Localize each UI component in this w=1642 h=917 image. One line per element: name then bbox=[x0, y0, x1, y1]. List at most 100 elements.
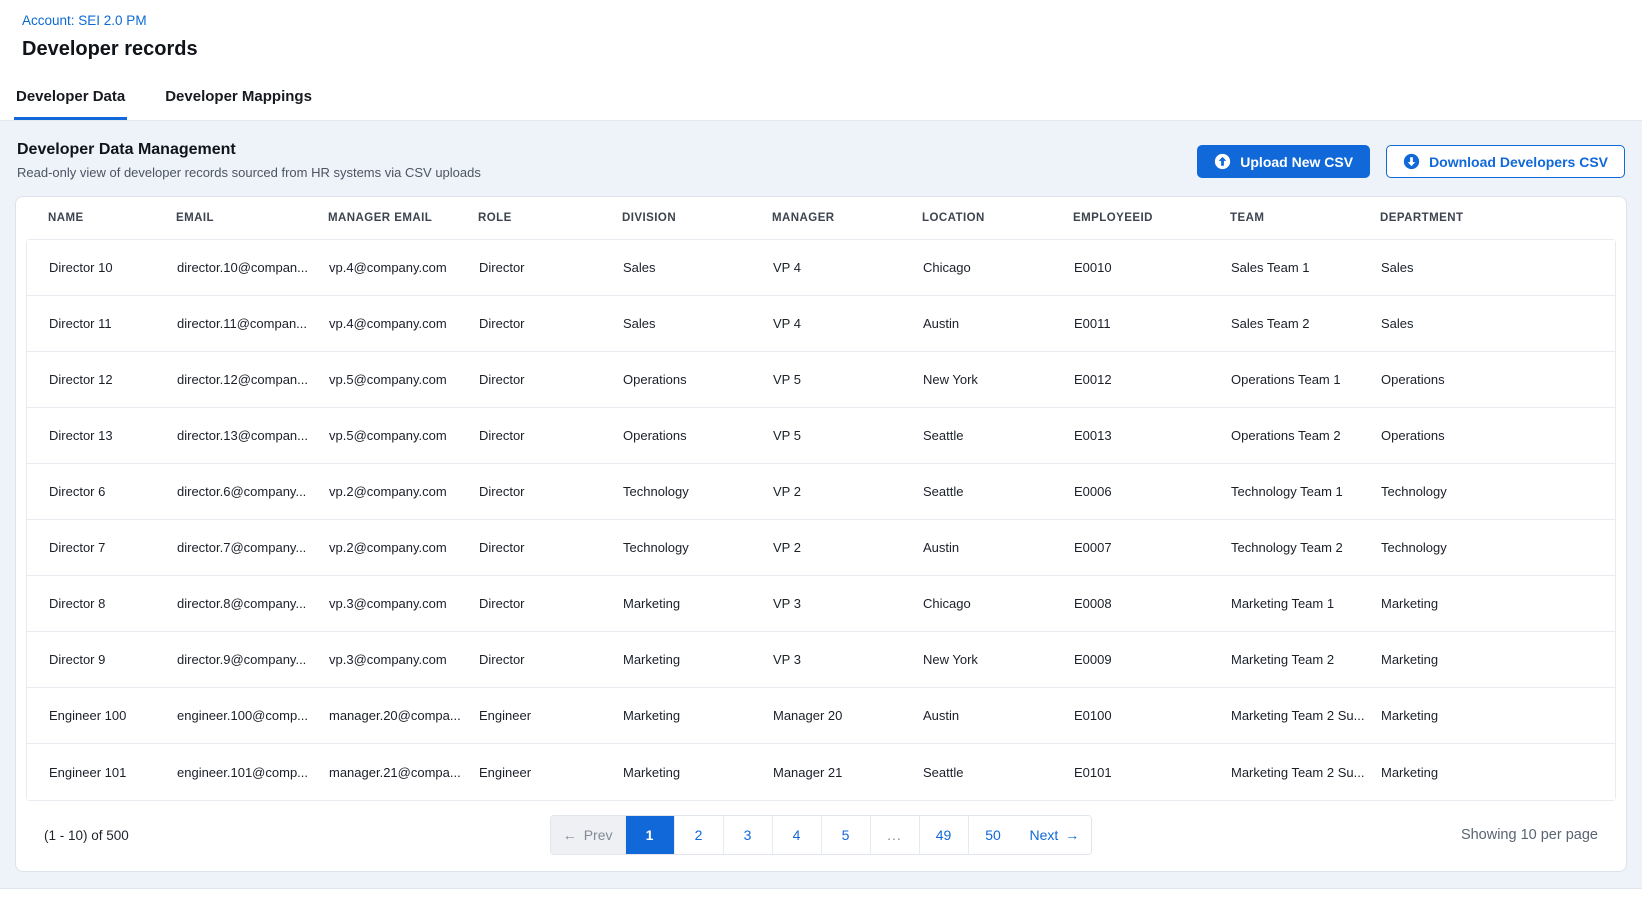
table-cell: Austin bbox=[923, 708, 1074, 723]
section-header: Developer Data Management Read-only view… bbox=[15, 137, 1627, 180]
table-cell: director.11@compan... bbox=[177, 316, 329, 331]
table-cell: director.12@compan... bbox=[177, 372, 329, 387]
pagination-ellipsis: ... bbox=[871, 816, 920, 854]
table-cell: vp.4@company.com bbox=[329, 316, 479, 331]
column-header: DIVISION bbox=[622, 212, 772, 224]
table-row: Engineer 101engineer.101@comp...manager.… bbox=[27, 744, 1615, 800]
table-cell: Marketing Team 2 Su... bbox=[1231, 765, 1381, 780]
row-range-text: (1 - 10) of 500 bbox=[44, 828, 550, 843]
table-cell: Director 10 bbox=[49, 260, 177, 275]
table-cell: Operations bbox=[623, 372, 773, 387]
table-cell: Operations Team 2 bbox=[1231, 428, 1381, 443]
table-cell: Sales Team 1 bbox=[1231, 260, 1381, 275]
table-cell: E0013 bbox=[1074, 428, 1231, 443]
pagination-next-button[interactable]: Next → bbox=[1018, 816, 1092, 854]
table-cell: VP 5 bbox=[773, 372, 923, 387]
table-cell: Marketing bbox=[1381, 708, 1593, 723]
table-cell: Technology Team 1 bbox=[1231, 484, 1381, 499]
table-cell: Manager 21 bbox=[773, 765, 923, 780]
arrow-left-icon: ← bbox=[563, 827, 577, 843]
section-header-text: Developer Data Management Read-only view… bbox=[17, 141, 481, 180]
pagination-page-1[interactable]: 1 bbox=[626, 816, 675, 854]
table-cell: E0008 bbox=[1074, 596, 1231, 611]
table-cell: Sales bbox=[623, 316, 773, 331]
table-cell: director.6@company... bbox=[177, 484, 329, 499]
table-cell: Operations Team 1 bbox=[1231, 372, 1381, 387]
table-cell: Sales bbox=[1381, 260, 1593, 275]
table-cell: E0009 bbox=[1074, 652, 1231, 667]
table-cell: vp.4@company.com bbox=[329, 260, 479, 275]
table-cell: Director 7 bbox=[49, 540, 177, 555]
table-cell: Operations bbox=[623, 428, 773, 443]
table-cell: Marketing bbox=[1381, 652, 1593, 667]
pagination-page-2[interactable]: 2 bbox=[675, 816, 724, 854]
pagination-page-3[interactable]: 3 bbox=[724, 816, 773, 854]
pagination: ← Prev 12345...4950 Next → bbox=[550, 815, 1093, 855]
table-cell: Marketing bbox=[623, 708, 773, 723]
table-cell: Director bbox=[479, 652, 623, 667]
pagination-page-50[interactable]: 50 bbox=[969, 816, 1018, 854]
pagination-page-5[interactable]: 5 bbox=[822, 816, 871, 854]
section-title: Developer Data Management bbox=[17, 141, 481, 159]
section-actions: Upload New CSV Download Developers CSV bbox=[1197, 141, 1625, 178]
table-cell: Seattle bbox=[923, 428, 1074, 443]
table-cell: Engineer bbox=[479, 708, 623, 723]
next-label: Next bbox=[1030, 827, 1059, 843]
table-cell: E0012 bbox=[1074, 372, 1231, 387]
table-cell: vp.2@company.com bbox=[329, 484, 479, 499]
table-cell: Sales bbox=[623, 260, 773, 275]
upload-icon bbox=[1214, 153, 1231, 170]
table-row: Director 12director.12@compan...vp.5@com… bbox=[27, 352, 1615, 408]
tab-developer-data[interactable]: Developer Data bbox=[14, 75, 127, 120]
table-cell: Director bbox=[479, 484, 623, 499]
pagination-page-49[interactable]: 49 bbox=[920, 816, 969, 854]
table-cell: vp.5@company.com bbox=[329, 372, 479, 387]
table-cell: Austin bbox=[923, 540, 1074, 555]
table-row: Engineer 100engineer.100@comp...manager.… bbox=[27, 688, 1615, 744]
table-row: Director 10director.10@compan...vp.4@com… bbox=[27, 240, 1615, 296]
per-page-text: Showing 10 per page bbox=[1092, 827, 1598, 843]
table-cell: Seattle bbox=[923, 765, 1074, 780]
page-title: Developer records bbox=[22, 38, 1620, 61]
table-cell: VP 2 bbox=[773, 484, 923, 499]
column-header: MANAGER bbox=[772, 212, 922, 224]
table-cell: VP 3 bbox=[773, 652, 923, 667]
table-cell: vp.3@company.com bbox=[329, 652, 479, 667]
table-row: Director 6director.6@company...vp.2@comp… bbox=[27, 464, 1615, 520]
upload-csv-button[interactable]: Upload New CSV bbox=[1197, 145, 1370, 178]
upload-button-label: Upload New CSV bbox=[1240, 154, 1353, 170]
table-cell: Marketing Team 2 bbox=[1231, 652, 1381, 667]
table-cell: VP 4 bbox=[773, 260, 923, 275]
table-cell: engineer.100@comp... bbox=[177, 708, 329, 723]
table-cell: Director bbox=[479, 260, 623, 275]
prev-label: Prev bbox=[584, 827, 613, 843]
table-row: Director 9director.9@company...vp.3@comp… bbox=[27, 632, 1615, 688]
table-cell: Seattle bbox=[923, 484, 1074, 499]
column-header: ROLE bbox=[478, 212, 622, 224]
download-csv-button[interactable]: Download Developers CSV bbox=[1386, 145, 1625, 178]
tab-developer-mappings[interactable]: Developer Mappings bbox=[163, 75, 314, 120]
table-cell: VP 2 bbox=[773, 540, 923, 555]
table-cell: director.9@company... bbox=[177, 652, 329, 667]
table-cell: Director bbox=[479, 372, 623, 387]
table-cell: director.10@compan... bbox=[177, 260, 329, 275]
table-cell: manager.21@compa... bbox=[329, 765, 479, 780]
column-header: NAME bbox=[48, 212, 176, 224]
account-link[interactable]: Account: SEI 2.0 PM bbox=[22, 13, 147, 28]
pagination-pages: 12345...4950 bbox=[626, 816, 1018, 854]
table-cell: Operations bbox=[1381, 428, 1593, 443]
table-cell: VP 5 bbox=[773, 428, 923, 443]
column-header: LOCATION bbox=[922, 212, 1073, 224]
table-cell: Director bbox=[479, 428, 623, 443]
table-cell: E0006 bbox=[1074, 484, 1231, 499]
table-cell: Director bbox=[479, 540, 623, 555]
table-cell: Director bbox=[479, 316, 623, 331]
table-header-row: NAMEEMAILMANAGER EMAILROLEDIVISIONMANAGE… bbox=[16, 197, 1626, 237]
table-cell: Director 12 bbox=[49, 372, 177, 387]
table-cell: Technology bbox=[623, 540, 773, 555]
table-cell: manager.20@compa... bbox=[329, 708, 479, 723]
pagination-prev-button[interactable]: ← Prev bbox=[551, 816, 626, 854]
pagination-page-4[interactable]: 4 bbox=[773, 816, 822, 854]
table-cell: Marketing bbox=[623, 652, 773, 667]
table-cell: Engineer 100 bbox=[49, 708, 177, 723]
